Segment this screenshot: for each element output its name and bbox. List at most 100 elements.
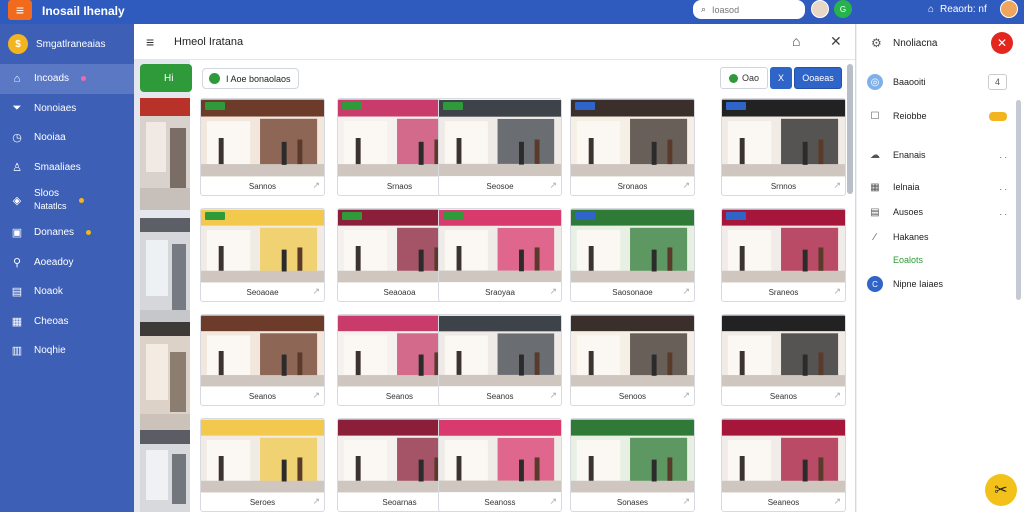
card-caption: Sronaos ↗ — [571, 177, 694, 195]
sidebar-item-1[interactable]: ⌂ Incoads — [0, 64, 134, 94]
image-card[interactable]: Seosoe ↗ — [438, 98, 562, 196]
image-card[interactable]: Saosonaoe ↗ — [570, 208, 695, 302]
open-arrow-icon[interactable]: ↗ — [682, 390, 690, 401]
right-row-count: 4 — [987, 74, 1007, 90]
main-header: ≡ Hmeol Iratana ⌂ ✕ — [134, 24, 855, 60]
image-card[interactable]: Sannos ↗ — [200, 98, 325, 196]
strip-thumbnail[interactable] — [140, 322, 190, 434]
right-scrollbar[interactable] — [1016, 100, 1021, 300]
caption-text: Seanos — [385, 391, 414, 401]
status-badge — [989, 111, 1007, 121]
sidebar-item-label: Noaok — [34, 286, 63, 298]
open-arrow-icon[interactable]: ↗ — [312, 496, 320, 507]
image-card[interactable]: Seoaoae ↗ — [200, 208, 325, 302]
image-card[interactable]: Seanos ↗ — [200, 314, 325, 406]
user-avatar[interactable] — [811, 0, 829, 18]
table-icon: ▦ — [870, 181, 880, 193]
open-arrow-icon[interactable]: ↗ — [312, 180, 320, 191]
image-card[interactable]: Sraneos ↗ — [721, 208, 846, 302]
sidebar-item-8[interactable]: ▤ Noaok — [0, 277, 134, 307]
caption-text: Seanos — [486, 391, 514, 401]
sidebar-item-3[interactable]: ◷ Nooiaa — [0, 123, 134, 153]
blank-icon — [867, 252, 883, 268]
right-row-label: Reiobbe — [893, 111, 927, 121]
right-row-3[interactable]: ☁ Enanais . . — [867, 145, 1017, 165]
pin-icon[interactable]: ⌂ — [792, 33, 800, 49]
open-arrow-icon[interactable]: ↗ — [312, 390, 320, 401]
sidebar-item-4[interactable]: ♙ Smaaliaes — [0, 153, 134, 183]
strip-thumbnail[interactable] — [140, 98, 190, 210]
right-row-4[interactable]: ▦ Ielnaia . . — [867, 177, 1017, 197]
open-arrow-icon[interactable]: ↗ — [833, 496, 841, 507]
right-row-more[interactable]: . . — [999, 182, 1007, 192]
image-card[interactable]: Sraoyaa ↗ — [438, 208, 562, 302]
strip-button[interactable]: Hi — [140, 64, 192, 92]
search-box[interactable]: ⌕ — [693, 0, 805, 19]
right-row-8[interactable]: C Nipne Iaiaes — [867, 274, 1017, 294]
sidebar-item-5[interactable]: ◈ Sloos Natatlcs — [0, 182, 134, 218]
print-icon: ▥ — [11, 345, 23, 358]
strip-thumbnail[interactable] — [140, 218, 190, 330]
card-caption: Sannos ↗ — [201, 177, 324, 195]
open-arrow-icon[interactable]: ↗ — [682, 496, 690, 507]
search-input[interactable] — [712, 4, 793, 15]
open-arrow-icon[interactable]: ↗ — [312, 286, 320, 297]
status-avatar[interactable]: G — [834, 0, 852, 18]
filter-chip[interactable]: I Aoe bonaolaos — [202, 68, 299, 89]
menu-button[interactable]: ≡ — [8, 0, 32, 20]
toolbar-button-3[interactable]: Ooaeas — [794, 67, 842, 89]
sidebar-item-sublabel: Natatlcs — [34, 201, 67, 211]
open-arrow-icon[interactable]: ↗ — [549, 496, 557, 507]
image-card[interactable]: Senoos ↗ — [570, 314, 695, 406]
store-photo — [571, 99, 694, 177]
open-arrow-icon[interactable]: ↗ — [682, 180, 690, 191]
settings-icon: ⚙ — [871, 36, 882, 50]
image-card[interactable]: Seanoss ↗ — [438, 418, 562, 512]
right-row-more[interactable]: . . — [999, 150, 1007, 160]
right-row-2[interactable]: ☐ Reiobbe — [867, 106, 1017, 126]
filter-icon: ⏷ — [12, 101, 22, 114]
account-menu[interactable]: ⌂ Reaorb: nf — [928, 4, 987, 15]
store-tag — [205, 102, 225, 110]
profile-avatar[interactable] — [1000, 0, 1018, 18]
caption-text: Sonases — [616, 497, 649, 507]
card-caption: Sraoyaa ↗ — [439, 283, 561, 301]
caption-text: Seanoss — [484, 497, 516, 507]
hamburger-icon[interactable]: ≡ — [146, 34, 154, 50]
fab-button[interactable]: ✂ — [985, 474, 1017, 506]
open-arrow-icon[interactable]: ↗ — [549, 180, 557, 191]
image-card[interactable]: Sronaos ↗ — [570, 98, 695, 196]
open-arrow-icon[interactable]: ↗ — [549, 390, 557, 401]
image-card[interactable]: Srnnos ↗ — [721, 98, 846, 196]
toolbar-button-2[interactable]: X — [770, 67, 792, 89]
open-arrow-icon[interactable]: ↗ — [833, 286, 841, 297]
open-arrow-icon[interactable]: ↗ — [549, 286, 557, 297]
open-arrow-icon[interactable]: ↗ — [682, 286, 690, 297]
sidebar-item-7[interactable]: ⚲ Aoeadoy — [0, 248, 134, 278]
image-card[interactable]: Seanos ↗ — [438, 314, 562, 406]
toolbar-button-1[interactable]: Oao — [720, 67, 768, 89]
right-row-7[interactable]: Eoalots — [867, 250, 1017, 270]
sidebar-item-10[interactable]: ▥ Noqhie — [0, 336, 134, 366]
sidebar-item-2[interactable]: ⏷ Nonoiaes — [0, 94, 134, 124]
sidebar-item-9[interactable]: ▦ Cheoas — [0, 307, 134, 337]
right-row-label: Hakanes — [893, 232, 929, 242]
image-card[interactable]: Seroes ↗ — [200, 418, 325, 512]
sidebar-item-label: Nooiaa — [34, 132, 66, 144]
open-arrow-icon[interactable]: ↗ — [833, 390, 841, 401]
right-row-5[interactable]: ▤ Ausoes . . — [867, 202, 1017, 222]
open-arrow-icon[interactable]: ↗ — [833, 180, 841, 191]
close-icon[interactable]: ✕ — [830, 33, 842, 50]
image-card[interactable]: Seanos ↗ — [721, 314, 846, 406]
right-row-1[interactable]: ◎ Baaooiti 4 — [867, 72, 1017, 92]
card-caption: Sraneos ↗ — [722, 283, 845, 301]
image-card[interactable]: Seaneos ↗ — [721, 418, 846, 512]
sidebar-item-6[interactable]: ▣ Donanes — [0, 218, 134, 248]
strip-thumbnail[interactable] — [140, 430, 190, 512]
right-row-6[interactable]: ∕ Hakanes — [867, 227, 1017, 247]
close-button[interactable]: ✕ — [991, 32, 1013, 54]
image-card[interactable]: Sonases ↗ — [570, 418, 695, 512]
scrollbar[interactable] — [847, 64, 853, 194]
notifications-icon: ⌂ — [928, 4, 935, 15]
right-row-more[interactable]: . . — [999, 207, 1007, 217]
